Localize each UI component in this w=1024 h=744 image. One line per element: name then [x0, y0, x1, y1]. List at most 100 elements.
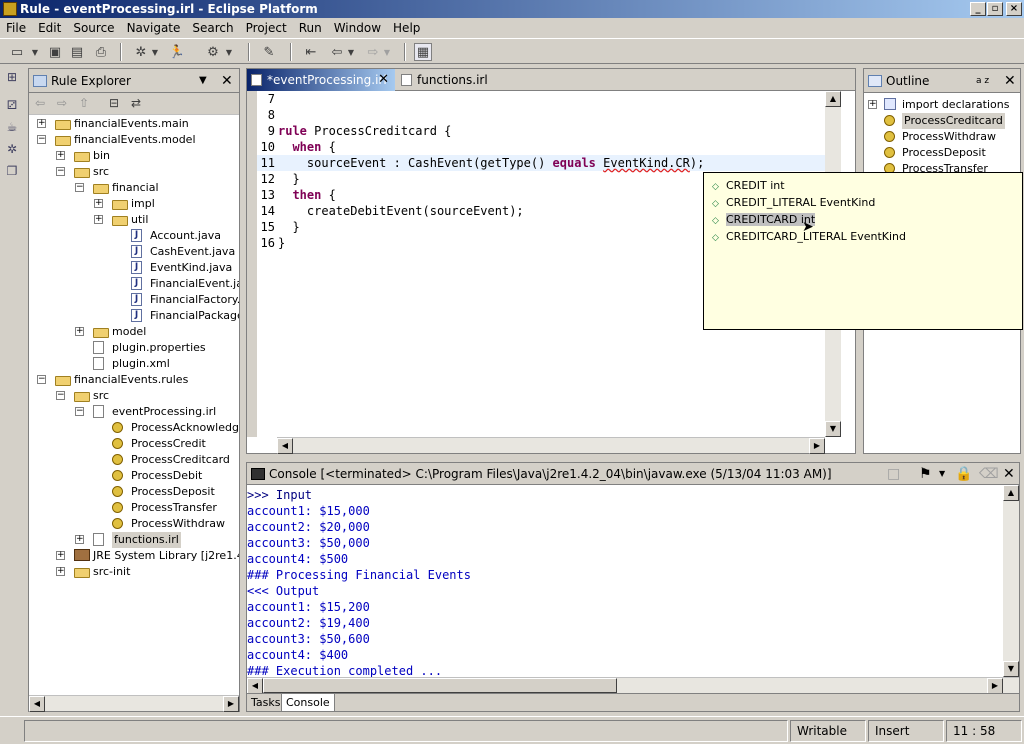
close-outline-icon[interactable]: ✕: [1004, 69, 1016, 93]
tree-item[interactable]: J CashEvent.java: [29, 244, 239, 260]
menu-run[interactable]: Run: [293, 18, 328, 38]
back-dropdown-icon[interactable]: ▼: [346, 43, 356, 61]
tree-item[interactable]: ProcessCredit: [29, 436, 239, 452]
tree-item[interactable]: J FinancialEvent.java: [29, 276, 239, 292]
outline-item[interactable]: ProcessDeposit: [864, 145, 1020, 161]
tree-item[interactable]: + JRE System Library [j2re1.4.2_: [29, 548, 239, 564]
close-window-button[interactable]: ×: [1006, 2, 1022, 16]
minimize-button[interactable]: _: [970, 2, 986, 16]
scroll-left-icon[interactable]: ◀: [29, 696, 45, 712]
back-nav-icon[interactable]: ⇦: [35, 96, 45, 110]
tree-item[interactable]: ProcessDeposit: [29, 484, 239, 500]
tree-item[interactable]: plugin.properties: [29, 340, 239, 356]
clear-console-icon[interactable]: ⌫: [979, 463, 999, 485]
expand-icon[interactable]: +: [56, 151, 65, 160]
collapse-icon[interactable]: −: [75, 407, 84, 416]
console-horizontal-scrollbar[interactable]: ◀ ▶: [247, 677, 1019, 694]
tree-item[interactable]: − src: [29, 164, 239, 180]
tab-tasks[interactable]: Tasks: [247, 694, 284, 711]
code-line[interactable]: 8: [257, 107, 827, 123]
tree-item[interactable]: + impl: [29, 196, 239, 212]
scroll-thumb[interactable]: [263, 678, 617, 693]
code-line[interactable]: 7: [257, 91, 827, 107]
tree-item[interactable]: − financialEvents.model: [29, 132, 239, 148]
collapse-all-icon[interactable]: ⊟: [109, 96, 119, 110]
expand-icon[interactable]: +: [75, 327, 84, 336]
outline-item[interactable]: + import declarations: [864, 97, 1020, 113]
console-output[interactable]: >>> Input account1: $15,000 account2: $20,…: [247, 485, 1005, 695]
tree-item[interactable]: ProcessDebit: [29, 468, 239, 484]
code-line[interactable]: 11 sourceEvent : CashEvent(getType() equ…: [257, 155, 827, 171]
expand-icon[interactable]: +: [94, 215, 103, 224]
close-console-icon[interactable]: ✕: [1003, 463, 1015, 485]
open-perspective-icon[interactable]: ⊞: [3, 68, 21, 86]
last-edit-icon[interactable]: ⇤: [302, 43, 320, 61]
tree-item[interactable]: plugin.xml: [29, 356, 239, 372]
menu-source[interactable]: Source: [67, 18, 120, 38]
expand-icon[interactable]: +: [868, 100, 877, 109]
java-perspective-icon[interactable]: ☕: [3, 118, 21, 136]
explorer-horizontal-scrollbar[interactable]: ◀ ▶: [29, 695, 239, 712]
forward-nav-icon[interactable]: ⇨: [57, 96, 67, 110]
expand-icon[interactable]: +: [94, 199, 103, 208]
tree-item[interactable]: + financialEvents.main: [29, 116, 239, 132]
tree-item[interactable]: + src-init: [29, 564, 239, 580]
run-icon[interactable]: 🏃: [168, 43, 186, 61]
tree-item[interactable]: J Account.java: [29, 228, 239, 244]
sort-icon[interactable]: a z: [976, 75, 989, 87]
assist-item[interactable]: ◇ CREDIT_LITERAL EventKind: [712, 194, 875, 211]
scroll-up-icon[interactable]: ▲: [825, 91, 841, 107]
rule-perspective-icon[interactable]: ⚂: [3, 96, 21, 114]
brush-icon[interactable]: ✎: [260, 43, 278, 61]
menu-edit[interactable]: Edit: [32, 18, 67, 38]
tab-functions[interactable]: functions.irl: [397, 69, 497, 91]
terminate-icon[interactable]: □: [887, 463, 900, 485]
tree-item[interactable]: ProcessCreditcard: [29, 452, 239, 468]
outline-item[interactable]: ProcessWithdraw: [864, 129, 1020, 145]
new-dropdown-icon[interactable]: ▼: [30, 43, 40, 61]
menu-file[interactable]: File: [0, 18, 32, 38]
menu-search[interactable]: Search: [186, 18, 239, 38]
assist-item[interactable]: ◇ CREDIT int: [712, 177, 785, 194]
collapse-icon[interactable]: −: [56, 391, 65, 400]
menu-navigate[interactable]: Navigate: [121, 18, 187, 38]
tree-item[interactable]: ProcessWithdraw: [29, 516, 239, 532]
forward-dropdown-icon[interactable]: ▼: [382, 43, 392, 61]
scroll-left-icon[interactable]: ◀: [247, 678, 263, 694]
collapse-icon[interactable]: −: [37, 135, 46, 144]
view-menu-icon[interactable]: ▼: [199, 69, 207, 93]
tab-eventprocessing[interactable]: *eventProcessing.irl ✕: [247, 69, 395, 91]
menu-help[interactable]: Help: [387, 18, 426, 38]
scroll-lock-icon[interactable]: 🔒: [955, 463, 972, 485]
tree-item[interactable]: + model: [29, 324, 239, 340]
scroll-right-icon[interactable]: ▶: [809, 438, 825, 454]
link-editor-icon[interactable]: ⇄: [131, 96, 141, 110]
collapse-icon[interactable]: −: [75, 183, 84, 192]
code-line[interactable]: 9 rule ProcessCreditcard {: [257, 123, 827, 139]
resource-perspective-icon[interactable]: ❐: [3, 162, 21, 180]
external-tools-icon[interactable]: ⚙: [204, 43, 222, 61]
menu-project[interactable]: Project: [240, 18, 293, 38]
print-icon[interactable]: ⎙: [92, 43, 110, 61]
tree-item[interactable]: − src: [29, 388, 239, 404]
tree-item[interactable]: + util: [29, 212, 239, 228]
launch-icon[interactable]: ⚑: [919, 463, 932, 485]
menu-window[interactable]: Window: [328, 18, 387, 38]
editor-horizontal-scrollbar[interactable]: ◀ ▶: [277, 437, 825, 454]
tree-item[interactable]: ProcessTransfer: [29, 500, 239, 516]
back-icon[interactable]: ⇦: [328, 43, 346, 61]
tree-item[interactable]: J EventKind.java: [29, 260, 239, 276]
save-all-icon[interactable]: ▤: [68, 43, 86, 61]
tree-item[interactable]: − financial: [29, 180, 239, 196]
tree-item[interactable]: + functions.irl: [29, 532, 239, 548]
external-tools-dropdown-icon[interactable]: ▼: [224, 43, 234, 61]
close-tab-icon[interactable]: ✕: [378, 69, 389, 91]
scroll-left-icon[interactable]: ◀: [277, 438, 293, 454]
forward-icon[interactable]: ⇨: [364, 43, 382, 61]
launch-dropdown-icon[interactable]: ▼: [939, 463, 945, 485]
outline-item[interactable]: ProcessCreditcard: [864, 113, 1020, 129]
expand-icon[interactable]: +: [56, 567, 65, 576]
scroll-right-icon[interactable]: ▶: [987, 678, 1003, 694]
assist-item[interactable]: ◇ CREDITCARD int: [712, 211, 816, 228]
tab-console[interactable]: Console: [281, 694, 335, 711]
